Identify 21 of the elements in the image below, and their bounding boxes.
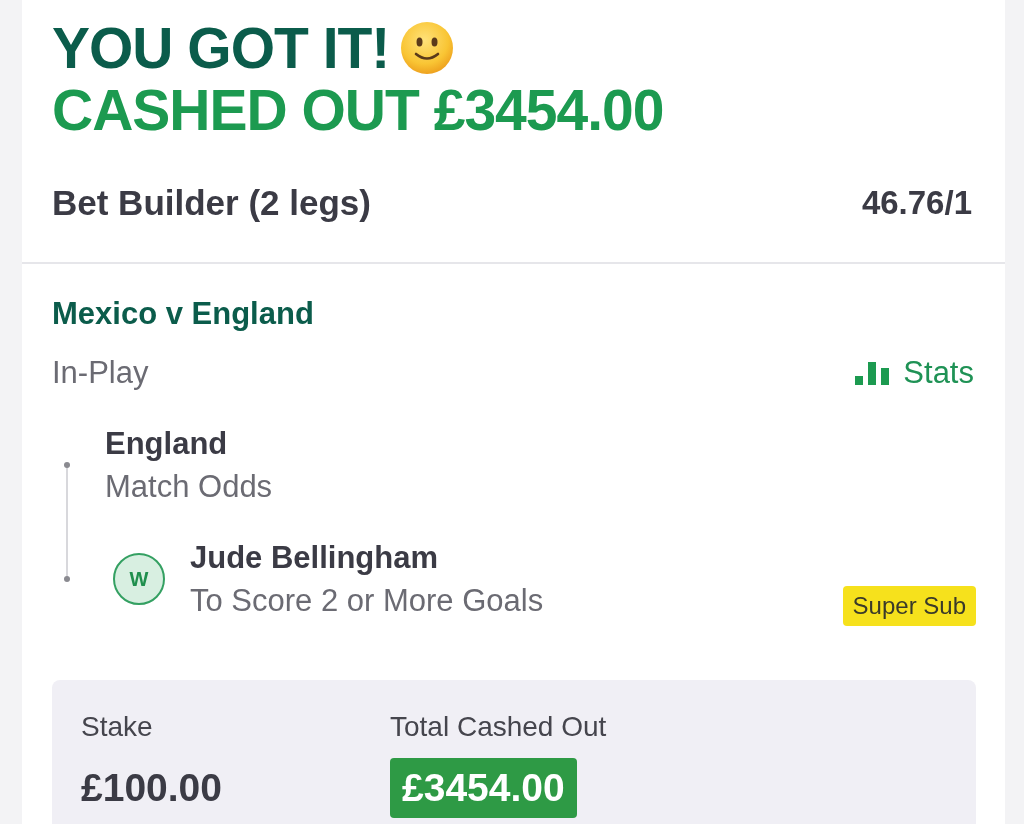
bet-type: Bet Builder (2 legs)	[52, 183, 371, 223]
bar-chart-icon	[855, 361, 890, 385]
smiley-icon	[401, 22, 454, 74]
dot-icon	[64, 462, 70, 468]
dot-icon	[64, 576, 70, 582]
super-sub-tag: Super Sub	[842, 586, 976, 626]
result-badge: W	[113, 553, 165, 605]
stake-amount: £100.00	[81, 766, 222, 810]
event-name: Mexico v England	[52, 295, 315, 333]
selection-name: Jude Bellingham	[190, 539, 440, 577]
cashout-amount-badge: £3454.00	[390, 758, 577, 818]
market-name: Match Odds	[105, 468, 274, 506]
stats-link[interactable]: Stats	[855, 355, 974, 391]
cashout-label: Total Cashed Out	[390, 710, 607, 744]
cashed-out-headline: CASHED OUT £3454.00	[52, 79, 665, 141]
headline: YOU GOT IT!	[52, 17, 390, 79]
stake-label: Stake	[81, 710, 154, 744]
market-name: To Score 2 or More Goals	[190, 582, 545, 620]
odds: 46.76/1	[861, 184, 972, 222]
selection-name: England	[105, 425, 229, 463]
event-status: In-Play	[52, 355, 149, 391]
